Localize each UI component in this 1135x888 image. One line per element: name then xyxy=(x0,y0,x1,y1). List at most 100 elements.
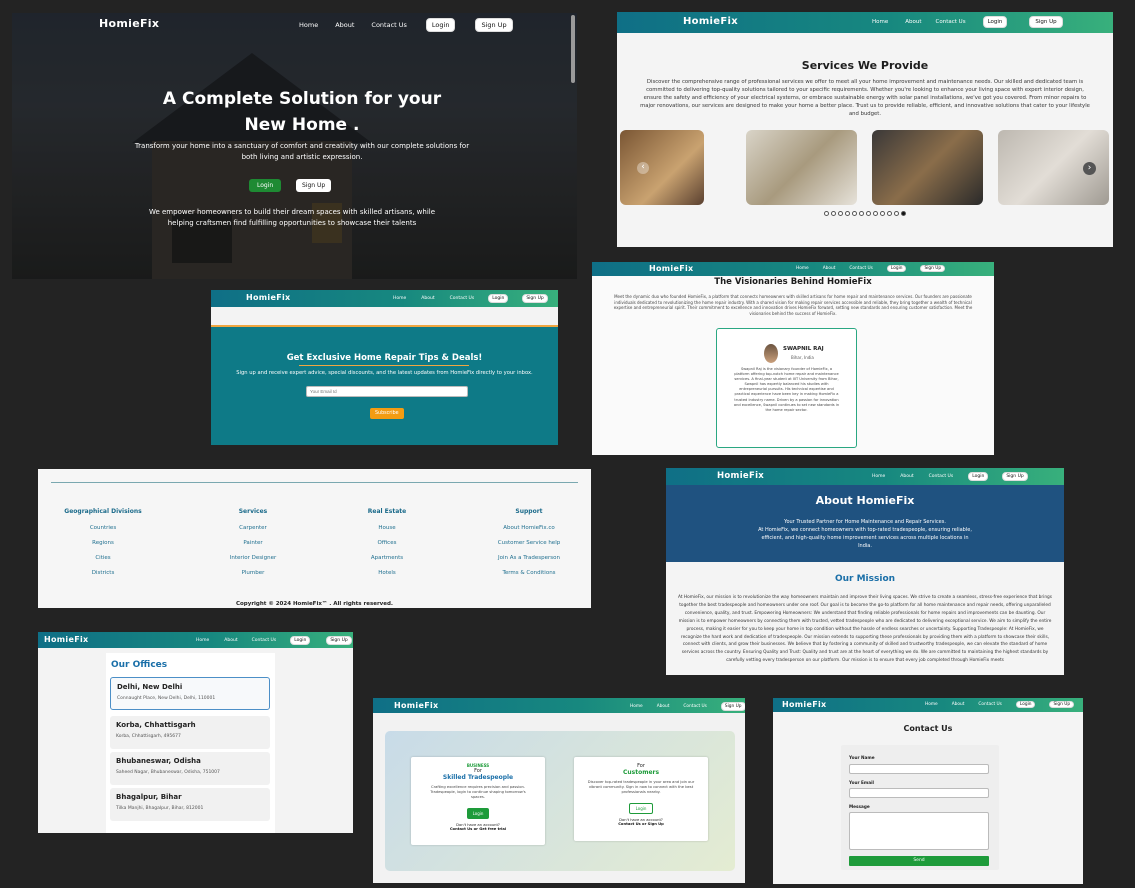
footer-heading: Geographical Divisions xyxy=(64,508,142,515)
footer-link[interactable]: Regions xyxy=(58,540,148,546)
brand-logo[interactable]: HomieFix xyxy=(99,17,159,30)
email-input[interactable] xyxy=(849,788,989,798)
office-item[interactable]: Bhubaneswar, Odisha Saheed Nagar, Bhuban… xyxy=(110,752,270,785)
footer-link[interactable]: Countries xyxy=(58,525,148,531)
nav-signup-button[interactable]: Sign Up xyxy=(1002,472,1028,481)
nav-about[interactable]: About xyxy=(952,702,965,707)
office-city: Delhi, New Delhi xyxy=(117,683,183,691)
service-image-welding xyxy=(872,130,983,205)
nav-signup-button[interactable]: Sign Up xyxy=(720,702,745,711)
nav-login-button[interactable]: Login xyxy=(488,294,509,303)
customer-card: For Customers Discover top-rated tradesp… xyxy=(574,757,708,841)
footer-link[interactable]: House xyxy=(342,525,432,531)
nav-home[interactable]: Home xyxy=(872,474,885,479)
nav-home[interactable]: Home xyxy=(393,296,406,301)
nav-signup-button[interactable]: Sign Up xyxy=(475,18,513,32)
office-item[interactable]: Bhagalpur, Bihar Tilka Manjhi, Bhagalpur… xyxy=(110,788,270,821)
nav-about[interactable]: About xyxy=(657,704,670,709)
mission-title: Our Mission xyxy=(834,574,896,584)
nav-login-button[interactable]: Login xyxy=(982,16,1008,28)
footer-link[interactable]: Cities xyxy=(58,555,148,561)
nav-about[interactable]: About xyxy=(905,19,921,25)
footer-link[interactable]: Districts xyxy=(58,570,148,576)
footer-link[interactable]: Apartments xyxy=(342,555,432,561)
business-login-button[interactable]: Login xyxy=(466,808,490,819)
brand-logo[interactable]: HomieFix xyxy=(717,471,764,481)
nav-contact[interactable]: Contact Us xyxy=(978,702,1001,707)
customer-links[interactable]: Contact Us or Sign Up xyxy=(574,822,708,826)
newsletter-description: Sign up and receive expert advice, speci… xyxy=(236,370,533,376)
nav-contact[interactable]: Contact Us xyxy=(371,21,407,29)
nav-about[interactable]: About xyxy=(823,266,836,271)
office-city: Bhubaneswar, Odisha xyxy=(116,757,201,765)
about-description: At HomieFix, we connect homeowners with … xyxy=(758,527,972,549)
nav-home[interactable]: Home xyxy=(872,19,888,25)
footer-link[interactable]: Terms & Conditions xyxy=(479,570,579,576)
nav-home[interactable]: Home xyxy=(630,704,643,709)
services-title: Services We Provide xyxy=(801,59,929,72)
newsletter-email-input[interactable] xyxy=(306,386,468,397)
name-input[interactable] xyxy=(849,764,989,774)
nav-signup-button[interactable]: Sign Up xyxy=(1049,701,1075,708)
footer-link[interactable]: Hotels xyxy=(342,570,432,576)
brand-logo[interactable]: HomieFix xyxy=(683,16,738,27)
business-links[interactable]: Contact Us or Get free trial xyxy=(411,827,545,831)
nav-contact[interactable]: Contact Us xyxy=(849,266,872,271)
brand-logo[interactable]: HomieFix xyxy=(394,701,438,710)
nav-contact[interactable]: Contact Us xyxy=(450,296,475,301)
nav-about[interactable]: About xyxy=(421,296,434,301)
founder-location: Bihar, India xyxy=(791,355,814,360)
office-item[interactable]: Korba, Chhattisgarh Korba, Chhattisgarh,… xyxy=(110,716,270,749)
brand-logo[interactable]: HomieFix xyxy=(782,700,826,709)
send-button[interactable]: Send xyxy=(849,856,989,866)
carousel-next-button[interactable]: › xyxy=(1083,162,1096,175)
title-underline xyxy=(299,365,469,366)
footer-link[interactable]: Offices xyxy=(342,540,432,546)
brand-logo[interactable]: HomieFix xyxy=(649,264,693,273)
footer-link[interactable]: Interior Designer xyxy=(208,555,298,561)
nav-signup-button[interactable]: Sign Up xyxy=(920,265,946,272)
nav-home[interactable]: Home xyxy=(196,638,209,643)
nav-login-button[interactable]: Login xyxy=(425,18,456,32)
nav-login-button[interactable]: Login xyxy=(886,265,907,272)
customer-description: Discover top-rated tradespeople in your … xyxy=(587,780,695,794)
nav-about[interactable]: About xyxy=(335,21,354,29)
nav-contact[interactable]: Contact Us xyxy=(683,704,706,709)
nav-signup-button[interactable]: Sign Up xyxy=(1029,16,1063,28)
nav-login-button[interactable]: Login xyxy=(1015,701,1036,708)
footer-link[interactable]: About HomieFix.co xyxy=(479,525,579,531)
nav-about[interactable]: About xyxy=(900,474,913,479)
nav-contact[interactable]: Contact Us xyxy=(929,474,954,479)
about-panel: HomieFix Home About Contact Us Login Sig… xyxy=(666,468,1064,675)
nav-home[interactable]: Home xyxy=(796,266,809,271)
nav-home[interactable]: Home xyxy=(925,702,938,707)
office-address: Connaught Place, New Delhi, Delhi, 11000… xyxy=(117,696,216,701)
office-item[interactable]: Delhi, New Delhi Connaught Place, New De… xyxy=(110,677,270,710)
subscribe-button[interactable]: Subscribe xyxy=(370,408,404,419)
brand-logo[interactable]: HomieFix xyxy=(246,293,290,302)
office-address: Korba, Chhattisgarh, 495677 xyxy=(116,734,181,739)
nav-about[interactable]: About xyxy=(224,638,237,643)
nav-home[interactable]: Home xyxy=(299,21,318,29)
message-label: Message xyxy=(849,804,870,809)
brand-logo[interactable]: HomieFix xyxy=(44,635,88,644)
nav-contact[interactable]: Contact Us xyxy=(252,638,277,643)
hero-login-button[interactable]: Login xyxy=(249,179,282,192)
hero-signup-button[interactable]: Sign Up xyxy=(296,179,332,192)
nav-contact[interactable]: Contact Us xyxy=(936,19,966,25)
footer-link[interactable]: Customer Service help xyxy=(479,540,579,546)
nav-login-button[interactable]: Login xyxy=(290,636,311,645)
carousel-dots[interactable] xyxy=(617,208,1113,216)
message-textarea[interactable] xyxy=(849,812,989,850)
nav-signup-button[interactable]: Sign Up xyxy=(326,636,352,645)
nav-signup-button[interactable]: Sign Up xyxy=(522,294,548,303)
footer-link[interactable]: Join As a Tradesperson xyxy=(479,555,579,561)
footer-link[interactable]: Painter xyxy=(208,540,298,546)
founder-card: SWAPNIL RAJ Bihar, India Swapnil Raj is … xyxy=(716,328,857,448)
footer-link[interactable]: Carpenter xyxy=(208,525,298,531)
customer-login-button[interactable]: Login xyxy=(628,803,654,814)
nav-login-button[interactable]: Login xyxy=(968,472,989,481)
hero-panel: HomieFix Home About Contact Us Login Sig… xyxy=(12,13,577,279)
carousel-prev-button[interactable]: ‹ xyxy=(637,162,649,174)
footer-link[interactable]: Plumber xyxy=(208,570,298,576)
